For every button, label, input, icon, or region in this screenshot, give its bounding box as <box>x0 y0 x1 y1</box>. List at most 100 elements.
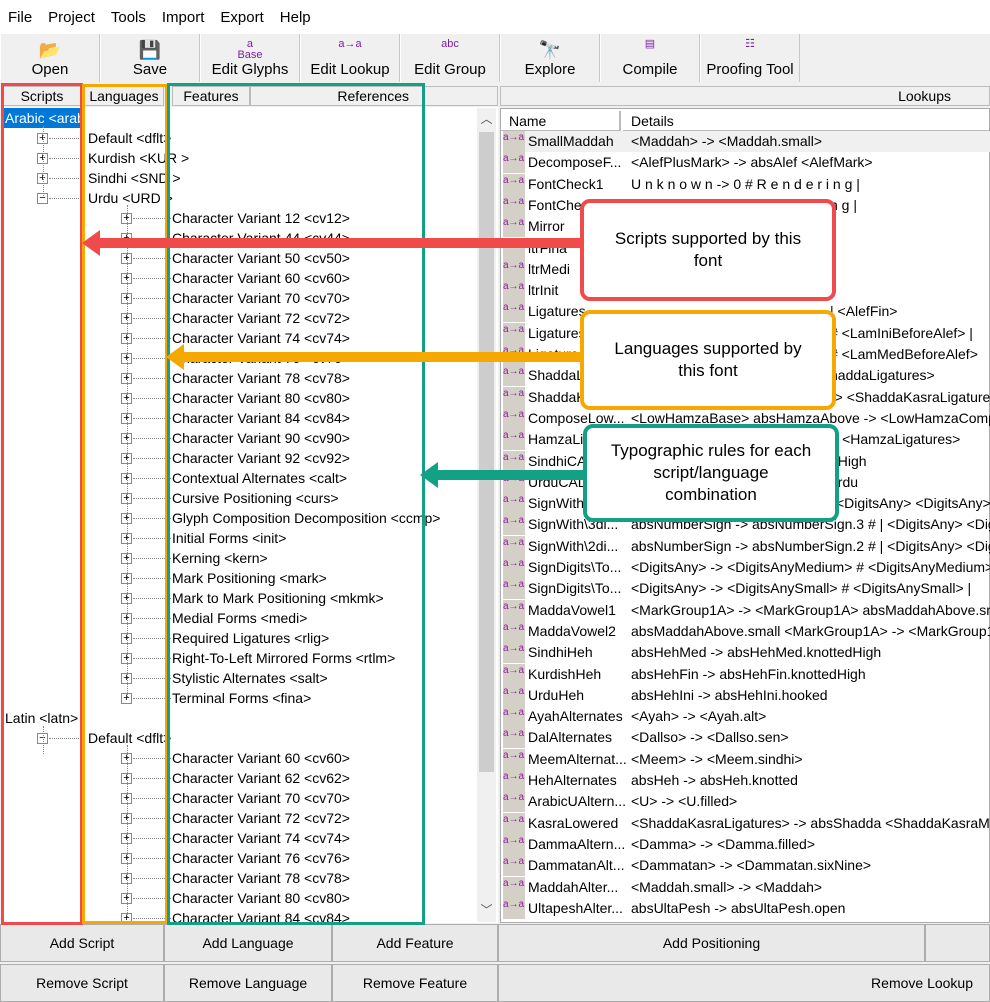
tree-feature-item[interactable]: Character Variant 80 <cv80> <box>172 888 350 908</box>
tree-language-item[interactable]: Urdu <URD > <box>88 188 173 208</box>
details-column-header[interactable]: Details <box>623 111 989 131</box>
lookup-row[interactable]: a→a DammaAltern... <Damma> -> <Damma.fille… <box>503 833 990 855</box>
menu-import[interactable]: Import <box>154 9 213 26</box>
lookup-row[interactable]: a→a UltapeshAlter... absUltaPesh -> absUlt… <box>503 897 990 919</box>
lookup-row[interactable]: a→a MeemAlternat... <Meem> -> <Meem.sindhi… <box>503 748 990 770</box>
script-language-feature-tree[interactable]: Arabic <arab + Default <dflt> + Kurdish <KUR… <box>2 107 498 923</box>
tree-feature-item[interactable]: Character Variant 84 <cv84> <box>172 908 350 923</box>
tree-feature-item[interactable]: Character Variant 60 <cv60> <box>172 268 350 288</box>
lookup-icon: a→a <box>503 131 525 152</box>
features-header[interactable]: Features <box>172 86 250 106</box>
lookup-row[interactable]: a→a SindhiHeh absHehMed -> absHehMed.knott… <box>503 642 990 664</box>
tree-feature-item[interactable]: Terminal Forms <fina> <box>172 688 311 708</box>
remove-script-button[interactable]: Remove Script <box>0 964 164 1002</box>
remove-language-button[interactable]: Remove Language <box>164 964 332 1002</box>
tree-feature-item[interactable]: Character Variant 74 <cv74> <box>172 328 350 348</box>
tree-feature-item[interactable]: Character Variant 50 <cv50> <box>172 248 350 268</box>
tree-language-item[interactable]: Sindhi <SND > <box>88 168 181 188</box>
tree-feature-item[interactable]: Character Variant 84 <cv84> <box>172 408 350 428</box>
tree-feature-item[interactable]: Contextual Alternates <calt> <box>172 468 347 488</box>
tree-feature-item[interactable]: Character Variant 90 <cv90> <box>172 428 350 448</box>
remove-lookup-button[interactable]: Remove Lookup <box>498 964 990 1002</box>
tree-connector <box>133 778 171 779</box>
add-script-button[interactable]: Add Script <box>0 924 164 962</box>
add-feature-button[interactable]: Add Feature <box>332 924 498 962</box>
tree-feature-item[interactable]: Character Variant 78 <cv78> <box>172 868 350 888</box>
toolbar-compile-button[interactable]: ▤ Compile <box>600 34 700 82</box>
toolbar-edit-lookup-button[interactable]: a→a Edit Lookup <box>300 34 400 82</box>
references-header[interactable]: References <box>250 86 498 106</box>
lookup-row[interactable]: a→a UrduHeh absHehIni -> absHehIni.hooked <box>503 684 990 706</box>
menu-project[interactable]: Project <box>40 9 103 26</box>
tree-language-item[interactable]: Kurdish <KUR > <box>88 148 189 168</box>
menu-help[interactable]: Help <box>272 9 319 26</box>
scrollbar-thumb[interactable] <box>479 132 494 772</box>
tree-feature-item[interactable]: Character Variant 78 <cv78> <box>172 368 350 388</box>
lookup-row[interactable]: a→a ArabicUAltern... <U> -> <U.filled> <box>503 791 990 813</box>
tree-feature-item[interactable]: Mark to Mark Positioning <mkmk> <box>172 588 384 608</box>
tree-feature-item[interactable]: Cursive Positioning <curs> <box>172 488 339 508</box>
tree-script-item[interactable]: Latin <latn> <box>3 708 81 728</box>
tree-feature-item[interactable]: Character Variant 72 <cv72> <box>172 308 350 328</box>
menu-tools[interactable]: Tools <box>103 9 154 26</box>
tree-feature-item[interactable]: Character Variant 92 <cv92> <box>172 448 350 468</box>
tree-feature-item[interactable]: Character Variant 12 <cv12> <box>172 208 350 228</box>
tree-feature-item[interactable]: Glyph Composition Decomposition <ccmp> <box>172 508 440 528</box>
tree-feature-item[interactable]: Character Variant 72 <cv72> <box>172 808 350 828</box>
tree-feature-item[interactable]: Mark Positioning <mark> <box>172 568 327 588</box>
lookups-header[interactable]: Lookups <box>500 86 990 106</box>
lookup-row[interactable]: a→a SmallMaddah <Maddah> -> <Maddah.small> <box>503 131 990 152</box>
extra-button[interactable] <box>925 924 990 962</box>
name-column-header[interactable]: Name <box>501 111 621 131</box>
lookup-row[interactable]: a→a DammatanAlt... <Dammatan> -> <Dammatan… <box>503 855 990 877</box>
tree-script-item[interactable]: Arabic <arab <box>3 108 81 128</box>
lookup-row[interactable]: a→a KurdishHeh absHehFin -> absHehFin.knot… <box>503 663 990 685</box>
menu-export[interactable]: Export <box>212 9 271 26</box>
scroll-up-icon[interactable]: ︿ <box>477 110 496 127</box>
tree-language-item[interactable]: Default <dflt> <box>88 728 171 748</box>
lookup-row[interactable]: a→a SignDigits\To... <DigitsAny> -> <Digit… <box>503 578 990 600</box>
add-language-button[interactable]: Add Language <box>164 924 332 962</box>
tree-connector <box>43 726 44 754</box>
languages-header[interactable]: Languages <box>84 86 164 106</box>
lookup-row[interactable]: a→a KasraLowered <ShaddaKasraLigatures> ->… <box>503 812 990 834</box>
menu-file[interactable]: File <box>0 9 40 26</box>
lookup-row[interactable]: a→a MaddaVowel2 absMaddahAbove.small <Mark… <box>503 620 990 642</box>
lookup-row[interactable]: a→a SignWith\2di... absNumberSign -> absNu… <box>503 535 990 557</box>
toolbar-save-button[interactable]: 💾 Save <box>100 34 200 82</box>
tree-feature-item[interactable]: Character Variant 76 <cv76> <box>172 848 350 868</box>
lookup-row[interactable]: a→a HehAlternates absHeh -> absHeh.knotted <box>503 770 990 791</box>
remove-feature-button[interactable]: Remove Feature <box>332 964 498 1002</box>
tree-feature-item[interactable]: Initial Forms <init> <box>172 528 286 548</box>
scroll-down-icon[interactable]: ﹀ <box>477 901 496 918</box>
tree-feature-item[interactable]: Right-To-Left Mirrored Forms <rtlm> <box>172 648 395 668</box>
tree-language-item[interactable]: Default <dflt> <box>88 128 171 148</box>
tree-feature-item[interactable]: Character Variant 60 <cv60> <box>172 748 350 768</box>
toolbar-open-button[interactable]: 📂 Open <box>0 34 100 82</box>
tree-feature-item[interactable]: Required Ligatures <rlig> <box>172 628 329 648</box>
tree-feature-item[interactable]: Stylistic Alternates <salt> <box>172 668 328 688</box>
lookup-row[interactable]: a→a DecomposeF... <AlefPlusMark> -> absAle… <box>503 152 990 174</box>
scripts-header[interactable]: Scripts <box>2 86 82 106</box>
toolbar-edit-glyphs-button[interactable]: a Base Edit Glyphs <box>200 34 300 82</box>
lookup-row[interactable]: a→a MaddaVowel1 <MarkGroup1A> -> <MarkGrou… <box>503 599 990 621</box>
tree-feature-item[interactable]: Character Variant 70 <cv70> <box>172 288 350 308</box>
lookup-row[interactable]: a→a FontCheck1 U n k n o w n -> 0 # R e n … <box>503 173 990 195</box>
lookup-row[interactable]: a→a AyahAlternates <Ayah> -> <Ayah.alt> <box>503 706 990 728</box>
lookup-row[interactable]: a→a DalAlternates <Dallso> -> <Dallso.sen> <box>503 727 990 749</box>
tree-feature-item[interactable]: Character Variant 80 <cv80> <box>172 388 350 408</box>
tree-feature-item[interactable]: Character Variant 62 <cv62> <box>172 768 350 788</box>
lookup-details: <DigitsAny> -> <DigitsAnyMedium> # <Digi… <box>631 559 990 575</box>
toolbar-proofing-tool-button[interactable]: ☷ Proofing Tool <box>700 34 800 82</box>
tree-scrollbar[interactable]: ︿ ﹀ <box>477 108 496 922</box>
toolbar-explore-button[interactable]: 🔭 Explore <box>500 34 600 82</box>
add-positioning-button[interactable]: Add Positioning <box>498 924 925 962</box>
lookup-row[interactable]: a→a SignDigits\To... <DigitsAny> -> <Digit… <box>503 557 990 578</box>
toolbar-edit-group-button[interactable]: abc Edit Group <box>400 34 500 82</box>
lookup-icon: a→a <box>503 386 525 408</box>
lookup-row[interactable]: a→a MaddahAlter... <Maddah.small> -> <Madd… <box>503 876 990 898</box>
tree-feature-item[interactable]: Medial Forms <medi> <box>172 608 307 628</box>
tree-feature-item[interactable]: Character Variant 74 <cv74> <box>172 828 350 848</box>
tree-feature-item[interactable]: Kerning <kern> <box>172 548 268 568</box>
tree-feature-item[interactable]: Character Variant 70 <cv70> <box>172 788 350 808</box>
